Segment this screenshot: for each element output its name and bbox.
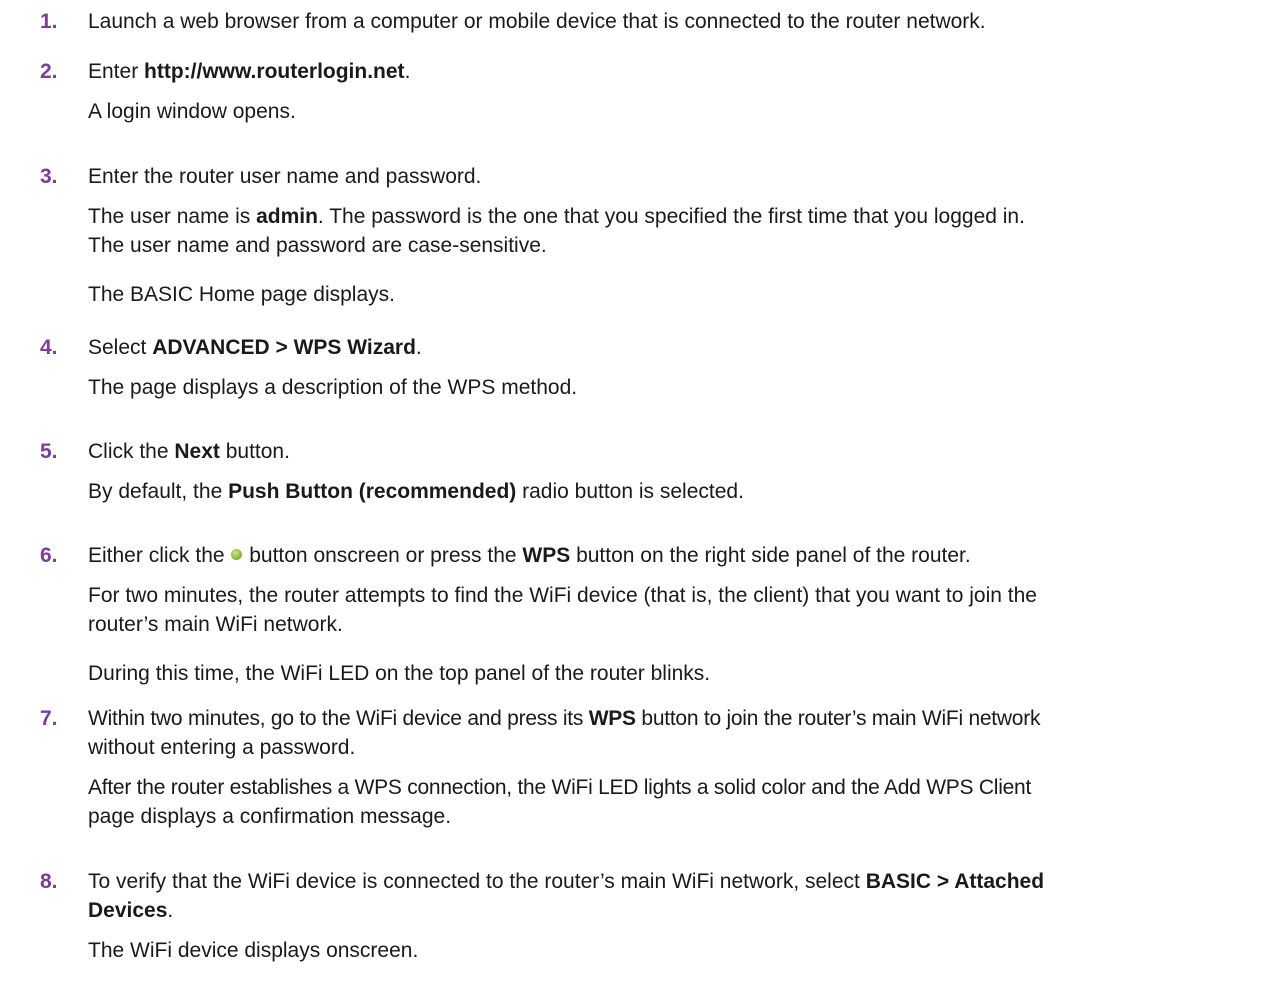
result-text: A login window opens. bbox=[88, 100, 296, 123]
step-result-cont: The user name and password are case-sens… bbox=[88, 231, 1268, 260]
result-text: The user name is bbox=[88, 205, 257, 228]
instruction-text: Click the bbox=[88, 440, 175, 463]
step-result: By default, the Push Button (recommended… bbox=[88, 477, 1268, 506]
button-name-text: Next bbox=[174, 440, 220, 463]
step-number: 4. bbox=[40, 336, 58, 359]
step-number: 5. bbox=[40, 440, 58, 463]
url-text: http://www.routerlogin.net bbox=[144, 60, 405, 83]
step-result: A login window opens. bbox=[88, 97, 1268, 126]
result-text: For two minutes, the router attempts to … bbox=[88, 584, 1037, 607]
instruction-text: . bbox=[167, 899, 174, 922]
step-instruction: Click the Next button. bbox=[88, 437, 1268, 466]
result-text: router’s main WiFi network. bbox=[88, 613, 343, 636]
step-result-2: The BASIC Home page displays. bbox=[88, 280, 1268, 309]
step-result: For two minutes, the router attempts to … bbox=[88, 581, 1268, 610]
instruction-text: . bbox=[404, 60, 411, 83]
step-number: 1. bbox=[40, 10, 58, 33]
instruction-text: button onscreen or press the bbox=[243, 544, 523, 567]
step-result-cont: router’s main WiFi network. bbox=[88, 610, 1268, 639]
result-text: The BASIC Home page displays. bbox=[88, 283, 395, 306]
step-instruction-cont: Devices. bbox=[88, 896, 1268, 925]
step-result: The page displays a description of the W… bbox=[88, 373, 1268, 402]
instruction-text: button to join the router’s main WiFi ne… bbox=[635, 707, 1041, 730]
instruction-text: . bbox=[415, 336, 422, 359]
instruction-text: Enter the router user name and password. bbox=[88, 165, 482, 188]
result-text: During this time, the WiFi LED on the to… bbox=[88, 662, 711, 685]
instruction-text: without entering a password. bbox=[88, 736, 356, 759]
button-name-text: WPS bbox=[588, 707, 636, 730]
step-instruction: Launch a web browser from a computer or … bbox=[88, 7, 1268, 36]
instruction-text: button. bbox=[219, 440, 290, 463]
step-instruction: Within two minutes, go to the WiFi devic… bbox=[88, 704, 1268, 733]
step-number: 6. bbox=[40, 544, 58, 567]
step-instruction-cont: without entering a password. bbox=[88, 733, 1268, 762]
step-number: 7. bbox=[40, 707, 58, 730]
step-result: The WiFi device displays onscreen. bbox=[88, 936, 1268, 965]
result-text: The page displays a description of the W… bbox=[88, 376, 578, 399]
result-text: The user name and password are case-sens… bbox=[88, 234, 547, 257]
result-text: After the router establishes a WPS conne… bbox=[88, 776, 1032, 799]
instruction-text: Enter bbox=[88, 60, 145, 83]
step-result: After the router establishes a WPS conne… bbox=[88, 773, 1268, 802]
step-instruction: Select ADVANCED > WPS Wizard. bbox=[88, 333, 1268, 362]
instruction-text: Select bbox=[88, 336, 153, 359]
step-result-2: During this time, the WiFi LED on the to… bbox=[88, 659, 1268, 688]
instruction-text: Either click the bbox=[88, 544, 231, 567]
menu-path-text: Devices bbox=[88, 899, 168, 922]
step-instruction: Enter http://www.routerlogin.net. bbox=[88, 57, 1268, 86]
step-instruction: To verify that the WiFi device is connec… bbox=[88, 867, 1268, 896]
instruction-text: Within two minutes, go to the WiFi devic… bbox=[88, 707, 589, 730]
username-text: admin bbox=[256, 205, 318, 228]
step-result: The user name is admin. The password is … bbox=[88, 202, 1268, 231]
menu-path-text: BASIC > Attached bbox=[865, 870, 1045, 893]
instruction-text: button on the right side panel of the ro… bbox=[570, 544, 971, 567]
step-number: 2. bbox=[40, 60, 58, 83]
step-result-cont: page displays a confirmation message. bbox=[88, 802, 1268, 831]
result-text: The WiFi device displays onscreen. bbox=[88, 939, 419, 962]
step-instruction: Enter the router user name and password. bbox=[88, 162, 1268, 191]
instruction-text: Launch a web browser from a computer or … bbox=[88, 10, 986, 33]
button-name-text: WPS bbox=[522, 544, 571, 567]
step-number: 3. bbox=[40, 165, 58, 188]
result-text: By default, the bbox=[88, 480, 229, 503]
wps-push-button-icon bbox=[231, 549, 243, 561]
result-text: radio button is selected. bbox=[516, 480, 744, 503]
instruction-text: To verify that the WiFi device is connec… bbox=[88, 870, 866, 893]
menu-path-text: ADVANCED > WPS Wizard bbox=[152, 336, 416, 359]
step-instruction: Either click the button onscreen or pres… bbox=[88, 541, 1268, 570]
radio-name-text: Push Button (recommended) bbox=[228, 480, 517, 503]
result-text: page displays a confirmation message. bbox=[88, 805, 452, 828]
result-text: . The password is the one that you speci… bbox=[317, 205, 1025, 228]
step-number: 8. bbox=[40, 870, 58, 893]
